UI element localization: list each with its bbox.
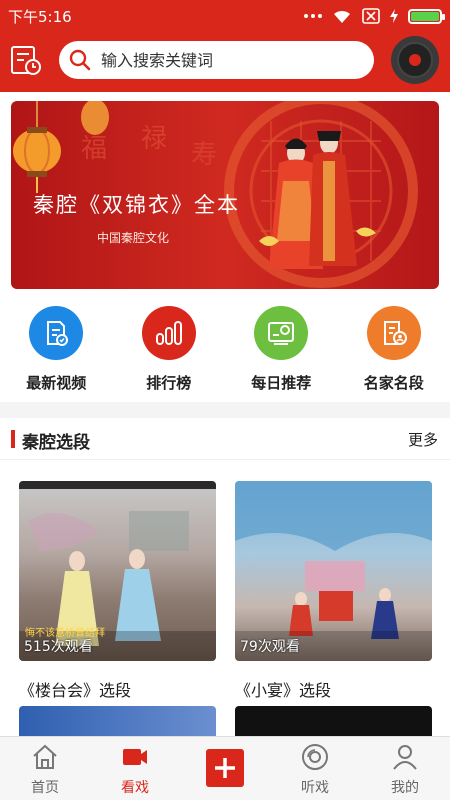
home-icon	[33, 744, 57, 769]
more-link[interactable]: 更多	[408, 429, 438, 450]
nav-daily-recommend[interactable]: 每日推荐	[225, 299, 338, 399]
clip-thumbnail-partial[interactable]	[19, 706, 216, 736]
bar-chart-icon	[141, 306, 196, 360]
tab-listen[interactable]: 听戏	[270, 737, 360, 800]
disc-icon	[302, 744, 328, 770]
search-bar[interactable]	[59, 41, 374, 79]
nav-famous-artists[interactable]: 名家名段	[338, 299, 450, 399]
svg-text:禄: 禄	[141, 124, 167, 154]
search-icon	[69, 49, 91, 71]
view-count: 79次观看	[240, 639, 300, 655]
status-icons	[304, 7, 445, 25]
banner-subtitle: 中国秦腔文化	[97, 231, 170, 245]
no-sim-icon	[362, 8, 380, 24]
nav-label: 最新视频	[26, 374, 87, 392]
user-icon	[393, 745, 417, 770]
opera-clips-section: 秦腔选段 更多 悔不该意桥曾结拜 515次观看 《楼台会》选段 79次观看 《小…	[0, 418, 450, 736]
app-screen: 下午5:16 输入搜索关键词 福 禄 寿 秦腔《双锦衣》全本 中国秦腔文化 最新…	[0, 0, 450, 800]
banner-carousel[interactable]: 福 禄 寿 秦腔《双锦衣》全本 中国秦腔文化	[11, 101, 439, 289]
clip-title: 《楼台会》选段	[19, 681, 132, 700]
clip-title: 《小宴》选段	[235, 681, 332, 700]
status-bar: 下午5:16	[0, 0, 450, 32]
profile-document-icon	[366, 306, 421, 360]
tab-add[interactable]	[180, 737, 270, 800]
tab-label: 听戏	[301, 780, 329, 796]
nav-latest-videos[interactable]: 最新视频	[0, 299, 113, 399]
battery-icon	[408, 8, 445, 24]
more-dots-icon	[304, 14, 322, 18]
record-player-button[interactable]	[391, 36, 439, 84]
clip-thumbnail	[235, 481, 432, 661]
clip-thumbnail: 悔不该意桥曾结拜	[19, 481, 216, 661]
tab-me[interactable]: 我的	[360, 737, 450, 800]
vinyl-center	[409, 54, 421, 66]
banner-area: 福 禄 寿 秦腔《双锦衣》全本 中国秦腔文化 最新视频 排行榜 每日推荐 名家名…	[0, 92, 450, 402]
nav-label: 名家名段	[363, 374, 424, 392]
tab-watch[interactable]: 看戏	[90, 737, 180, 800]
charging-icon	[390, 9, 398, 23]
view-count: 515次观看	[24, 639, 93, 655]
video-document-icon	[29, 306, 83, 360]
nav-label: 排行榜	[146, 374, 192, 392]
history-list-icon[interactable]	[10, 44, 42, 76]
section-accent-bar	[11, 430, 15, 448]
status-time: 下午5:16	[8, 8, 72, 26]
nav-label: 每日推荐	[251, 374, 312, 392]
tab-home[interactable]: 首页	[0, 737, 90, 800]
tab-label: 看戏	[121, 780, 149, 796]
wifi-icon	[334, 10, 350, 23]
quick-nav: 最新视频 排行榜 每日推荐 名家名段	[0, 299, 450, 399]
plus-icon	[206, 749, 244, 787]
clip-thumbnail-partial[interactable]	[235, 706, 432, 736]
section-title: 秦腔选段	[22, 433, 90, 453]
svg-text:寿: 寿	[191, 140, 217, 170]
tab-label: 首页	[31, 780, 59, 796]
banner-title: 秦腔《双锦衣》全本	[33, 193, 240, 217]
section-header: 秦腔选段 更多	[0, 418, 450, 460]
search-input[interactable]	[101, 41, 361, 79]
video-camera-icon	[123, 749, 147, 765]
recommend-card-icon	[254, 306, 308, 360]
top-header: 下午5:16	[0, 0, 450, 92]
tab-label: 我的	[391, 780, 419, 796]
nav-ranking[interactable]: 排行榜	[113, 299, 226, 399]
svg-text:福: 福	[81, 134, 107, 164]
bottom-tab-bar: 首页 看戏 听戏 我的	[0, 736, 450, 800]
